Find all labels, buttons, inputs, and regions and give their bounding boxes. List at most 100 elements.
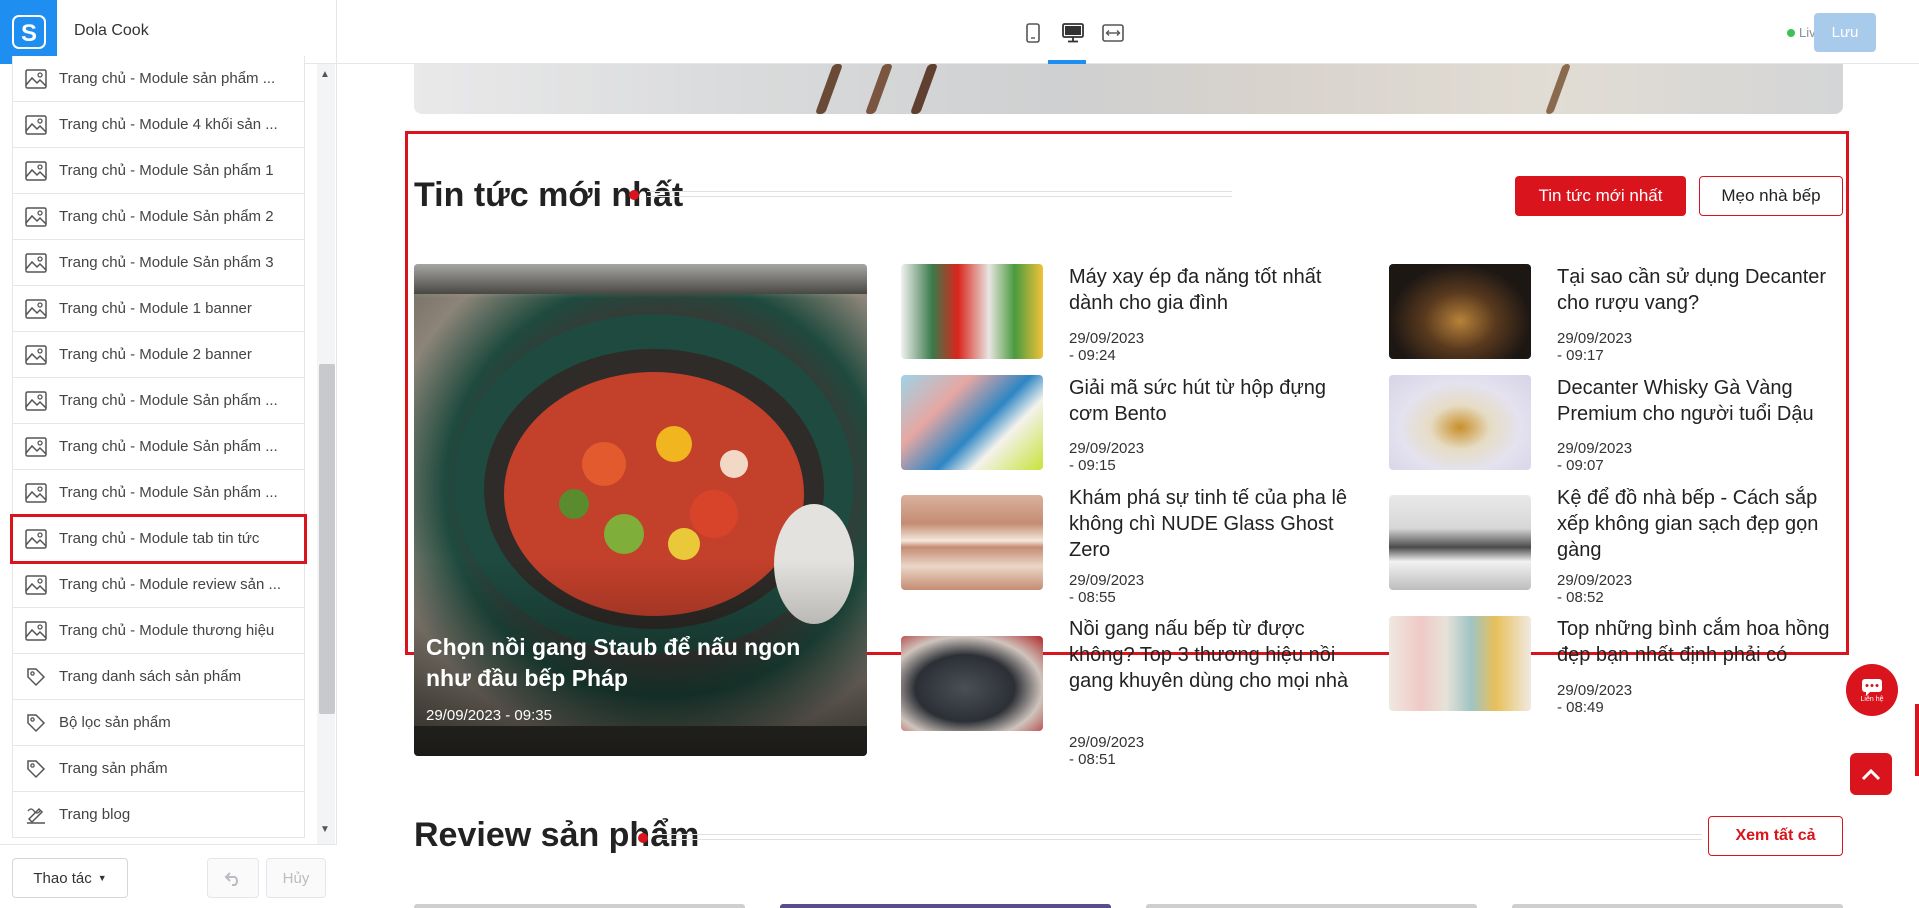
- contact-label: Liên hệ: [1860, 695, 1884, 703]
- sidebar-list: Trang chủ - Module sản phẩm ... Trang chủ…: [10, 56, 307, 838]
- title-dot: [638, 833, 648, 843]
- article-thumbnail[interactable]: [1389, 616, 1531, 711]
- image-layout-icon: [23, 342, 49, 368]
- edge-indicator: [1915, 704, 1919, 776]
- article-thumbnail[interactable]: [1389, 495, 1531, 590]
- sidebar-item[interactable]: Trang danh sách sản phẩm: [12, 654, 305, 700]
- image-layout-icon: [23, 526, 49, 552]
- actions-label: Thao tác: [33, 869, 92, 887]
- app-logo[interactable]: S: [0, 0, 57, 64]
- sidebar-item-label: Trang chủ - Module review sản ...: [59, 576, 282, 593]
- sidebar-item-label: Trang sản phẩm: [59, 760, 168, 777]
- sidebar-item-label: Trang chủ - Module Sản phẩm 3: [59, 254, 274, 271]
- article-title[interactable]: Top những bình cắm hoa hồng đẹp bạn nhất…: [1557, 616, 1852, 668]
- store-name: Dola Cook: [74, 22, 149, 39]
- sidebar-item[interactable]: Trang chủ - Module Sản phẩm ...: [12, 378, 305, 424]
- article-title[interactable]: Tại sao cần sử dụng Decanter cho rượu va…: [1557, 264, 1852, 316]
- blog-icon: [23, 802, 49, 828]
- live-dot-icon: [1787, 28, 1795, 37]
- article-title[interactable]: Máy xay ép đa năng tốt nhất dành cho gia…: [1069, 264, 1364, 316]
- article-date: 29/09/2023 - 08:52: [1557, 572, 1633, 606]
- scrollbar-thumb[interactable]: [319, 364, 335, 714]
- article-date: 29/09/2023 - 08:55: [1069, 572, 1145, 606]
- image-layout-icon: [23, 250, 49, 276]
- sidebar-item-label: Trang chủ - Module Sản phẩm 1: [59, 162, 274, 179]
- sidebar-item[interactable]: Trang sản phẩm: [12, 746, 305, 792]
- sidebar-item[interactable]: Trang chủ - Module Sản phẩm ...: [12, 470, 305, 516]
- featured-article[interactable]: Chọn nồi gang Staub để nấu ngon như đầu …: [414, 264, 867, 756]
- article-thumbnail[interactable]: [901, 264, 1043, 359]
- article-title[interactable]: Nồi gang nấu bếp từ được không? Top 3 th…: [1069, 616, 1364, 694]
- desktop-view-icon[interactable]: [1060, 20, 1086, 46]
- mobile-view-icon[interactable]: [1020, 20, 1046, 46]
- article-date: 29/09/2023 - 09:24: [1069, 330, 1145, 364]
- article-date: 29/09/2023 - 09:17: [1557, 330, 1633, 364]
- image-layout-icon: [23, 434, 49, 460]
- article-thumbnail[interactable]: [1389, 264, 1531, 359]
- article-thumbnail[interactable]: [901, 636, 1043, 731]
- sidebar-item[interactable]: Bộ lọc sản phẩm: [12, 700, 305, 746]
- article-title[interactable]: Khám phá sự tinh tế của pha lê không chì…: [1069, 485, 1364, 563]
- svg-text:S: S: [20, 20, 36, 47]
- sidebar-item[interactable]: Trang chủ - Module thương hiệu: [12, 608, 305, 654]
- featured-article-title[interactable]: Chọn nồi gang Staub để nấu ngon như đầu …: [426, 632, 846, 694]
- article-thumbnail[interactable]: [1389, 375, 1531, 470]
- back-to-top-button[interactable]: [1850, 753, 1892, 795]
- scroll-up-icon[interactable]: ▲: [320, 69, 330, 80]
- sidebar-item[interactable]: Trang chủ - Module 4 khối sản ...: [12, 102, 305, 148]
- undo-button[interactable]: [207, 858, 259, 898]
- tab-latest-news[interactable]: Tin tức mới nhất: [1515, 176, 1686, 216]
- see-all-button[interactable]: Xem tất cả: [1708, 816, 1843, 856]
- cancel-button[interactable]: Hủy: [266, 858, 326, 898]
- sidebar-item-label: Trang danh sách sản phẩm: [59, 668, 242, 685]
- sidebar-item[interactable]: Trang chủ - Module 2 banner: [12, 332, 305, 378]
- sidebar-item-label: Trang chủ - Module Sản phẩm ...: [59, 438, 278, 455]
- review-card[interactable]: [1146, 904, 1477, 908]
- chat-icon: [1862, 678, 1882, 696]
- sidebar-item[interactable]: Trang chủ - Module sản phẩm ...: [12, 56, 305, 102]
- save-button[interactable]: Lưu: [1814, 13, 1876, 52]
- sidebar-item[interactable]: Trang chủ - Module Sản phẩm 3: [12, 240, 305, 286]
- image-layout-icon: [23, 296, 49, 322]
- image-layout-icon: [23, 66, 49, 92]
- actions-dropdown[interactable]: Thao tác ▼: [12, 858, 128, 898]
- article-title[interactable]: Kệ để đồ nhà bếp - Cách sắp xếp không gi…: [1557, 485, 1852, 563]
- logo-icon: S: [11, 15, 46, 49]
- sidebar-item[interactable]: Trang chủ - Module Sản phẩm ...: [12, 424, 305, 470]
- review-cards: [414, 904, 1843, 908]
- image-layout-icon: [23, 112, 49, 138]
- tag-icon: [23, 664, 49, 690]
- image-layout-icon: [23, 158, 49, 184]
- divider: [336, 0, 337, 64]
- sidebar-footer: Thao tác ▼ Hủy: [0, 844, 337, 908]
- article-title[interactable]: Decanter Whisky Gà Vàng Premium cho ngườ…: [1557, 375, 1852, 427]
- sidebar-item-label: Trang chủ - Module tab tin tức: [59, 530, 260, 547]
- sidebar-item[interactable]: Trang chủ - Module 1 banner: [12, 286, 305, 332]
- scroll-down-icon[interactable]: ▼: [320, 824, 330, 835]
- image-layout-icon: [23, 388, 49, 414]
- image-layout-icon: [23, 572, 49, 598]
- review-card[interactable]: [1512, 904, 1843, 908]
- tab-kitchen-tips[interactable]: Mẹo nhà bếp: [1699, 176, 1843, 216]
- sidebar-item-label: Trang chủ - Module sản phẩm ...: [59, 70, 276, 87]
- hero-banner-image: [414, 64, 1843, 114]
- review-card[interactable]: [780, 904, 1111, 908]
- fullwidth-view-icon[interactable]: [1100, 20, 1126, 46]
- caret-down-icon: ▼: [97, 873, 107, 883]
- sidebar-item[interactable]: Trang chủ - Module Sản phẩm 2: [12, 194, 305, 240]
- chevron-up-icon: [1861, 768, 1881, 781]
- sidebar-item[interactable]: Trang blog: [12, 792, 305, 838]
- image-layout-icon: [23, 480, 49, 506]
- sidebar-item[interactable]: Trang chủ - Module review sản ...: [12, 562, 305, 608]
- review-card[interactable]: [414, 904, 745, 908]
- contact-float-button[interactable]: Liên hệ: [1846, 664, 1898, 716]
- article-date: 29/09/2023 - 09:07: [1557, 440, 1633, 474]
- sidebar-item-label: Trang chủ - Module thương hiệu: [59, 622, 275, 639]
- article-date: 29/09/2023 - 08:49: [1557, 682, 1633, 716]
- article-thumbnail[interactable]: [901, 375, 1043, 470]
- article-thumbnail[interactable]: [901, 495, 1043, 590]
- article-title[interactable]: Giải mã sức hút từ hộp đựng cơm Bento: [1069, 375, 1364, 427]
- sidebar-item[interactable]: Trang chủ - Module Sản phẩm 1: [12, 148, 305, 194]
- image-layout-icon: [23, 204, 49, 230]
- sidebar-item[interactable]: Trang chủ - Module tab tin tức: [10, 514, 307, 564]
